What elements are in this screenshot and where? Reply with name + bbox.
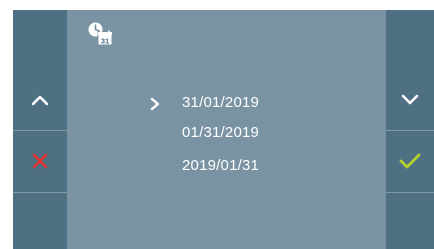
date-format-option[interactable]: 2019/01/31	[182, 155, 259, 177]
date-format-option[interactable]: 01/31/2019	[182, 122, 259, 144]
cross-icon	[32, 153, 48, 169]
main-panel: 31 31/01/2019 01/31/2019 2019/01/31	[67, 10, 386, 249]
chevron-up-icon	[31, 95, 49, 106]
left-blank-bottom	[13, 192, 67, 249]
left-button-panel	[13, 10, 67, 249]
cancel-button[interactable]	[13, 130, 67, 192]
calendar-day-text: 31	[101, 37, 109, 46]
right-blank-top	[386, 10, 434, 70]
left-blank-top	[13, 10, 67, 70]
clock-calendar-icon: 31	[87, 21, 117, 47]
date-format-screen: 31 31/01/2019 01/31/2019 2019/01/31	[0, 0, 434, 249]
right-blank-bottom	[386, 192, 434, 249]
confirm-button[interactable]	[386, 130, 434, 192]
selection-chevron-icon	[150, 97, 160, 111]
up-button[interactable]	[13, 70, 67, 130]
down-button[interactable]	[386, 70, 434, 130]
right-button-panel	[386, 10, 434, 249]
chevron-down-icon	[401, 94, 419, 105]
date-format-option[interactable]: 31/01/2019	[182, 92, 259, 114]
check-icon	[399, 153, 421, 169]
